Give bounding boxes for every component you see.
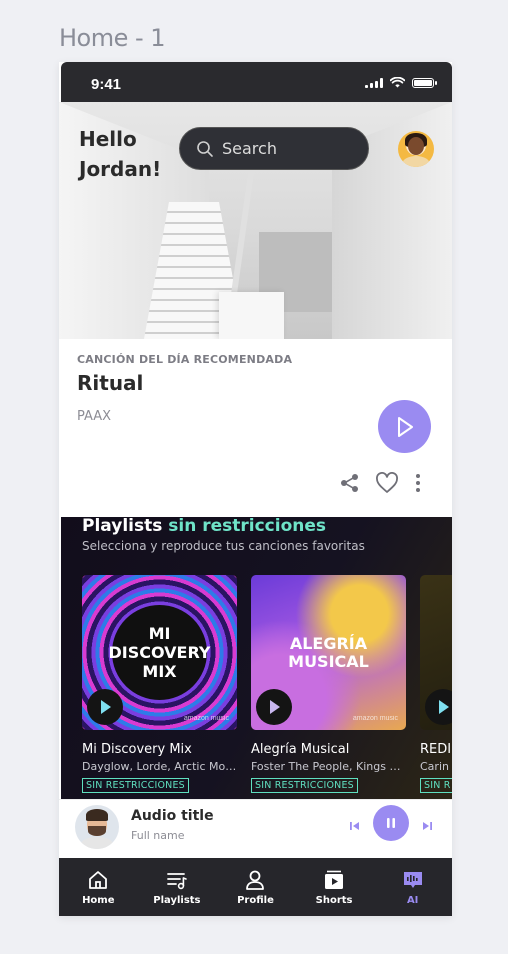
- playlist-cover[interactable]: ALEGRÍA MUSICAL amazon music: [251, 575, 406, 730]
- playlists-title-plain: Playlists: [82, 517, 163, 536]
- home-icon: [89, 870, 108, 889]
- search-bar[interactable]: [179, 127, 369, 170]
- skip-next-icon: [423, 822, 432, 830]
- wifi-icon: [390, 77, 405, 88]
- song-of-day-label: CANCIÓN DEL DÍA RECOMENDADA: [77, 353, 293, 366]
- status-time: 9:41: [91, 76, 122, 93]
- profile-icon: [246, 870, 265, 890]
- nav-label: Playlists: [153, 894, 201, 906]
- nav-item-shorts[interactable]: Shorts: [295, 858, 374, 916]
- playlist-artists: Foster The People, Kings of Leon: [251, 760, 406, 773]
- search-icon: [197, 140, 213, 157]
- playlist-cover[interactable]: [420, 575, 452, 730]
- search-input[interactable]: [222, 139, 352, 158]
- more-vertical-icon: [416, 474, 420, 492]
- share-button[interactable]: [339, 472, 361, 494]
- playlist-badge: SIN RESTRICCIONES: [251, 778, 358, 793]
- playlist-play-button[interactable]: [87, 689, 123, 725]
- skip-previous-icon: [350, 822, 359, 830]
- phone-screen: 9:41 Hello Jordan! Search CANCIÓN DEL DÍ…: [59, 62, 452, 916]
- like-button[interactable]: [375, 472, 399, 494]
- more-options-button[interactable]: [413, 472, 423, 494]
- brand-logo: amazon music: [183, 715, 229, 722]
- player-subtitle: Full name: [131, 829, 185, 842]
- playlist-artists: Dayglow, Lorde, Arctic Monkeys: [82, 760, 237, 773]
- greeting-line-2: Jordan!: [79, 157, 162, 181]
- playlist-badge: SIN RESTRICCIONES: [82, 778, 189, 793]
- playlist-artists: Carin: [420, 760, 449, 773]
- battery-icon: [412, 77, 437, 88]
- heart-icon: [376, 472, 398, 493]
- cover-title: ALEGRÍA MUSICAL: [288, 634, 369, 671]
- play-song-button[interactable]: [378, 400, 431, 453]
- song-of-day-card: CANCIÓN DEL DÍA RECOMENDADA Ritual PAAX: [61, 339, 452, 517]
- nav-item-home[interactable]: Home: [59, 858, 138, 916]
- song-artist: PAAX: [77, 409, 112, 424]
- cover-title: MI DISCOVERY MIX: [109, 605, 211, 700]
- play-icon: [397, 416, 413, 437]
- nav-item-ai[interactable]: AI: [373, 858, 452, 916]
- bottom-nav: Home Playlists Profile Shorts AI: [59, 858, 452, 916]
- playlists-title-highlight: sin restricciones: [168, 517, 327, 536]
- mini-player[interactable]: Audio title Full name: [59, 799, 452, 855]
- playlist-card[interactable]: REDI Carin SIN R: [420, 575, 452, 793]
- play-icon: [101, 700, 111, 714]
- playlist-icon: [166, 872, 187, 889]
- pause-button[interactable]: [373, 805, 409, 841]
- nav-label: Home: [82, 894, 115, 906]
- share-icon: [341, 474, 358, 492]
- song-title: Ritual: [77, 371, 144, 395]
- greeting-line-1: Hello: [79, 127, 137, 151]
- playlist-play-button[interactable]: [256, 689, 292, 725]
- playlist-name: Mi Discovery Mix: [82, 742, 192, 757]
- nav-item-playlists[interactable]: Playlists: [138, 858, 217, 916]
- playlist-cover[interactable]: MI DISCOVERY MIX amazon music: [82, 575, 237, 730]
- pause-icon: [387, 818, 395, 828]
- ai-icon: [403, 871, 422, 888]
- playlists-subtitle: Selecciona y reproduce tus canciones fav…: [82, 539, 365, 553]
- playlist-card[interactable]: ALEGRÍA MUSICAL amazon music Alegría Mus…: [251, 575, 406, 793]
- frame-title: Home - 1: [59, 24, 166, 52]
- song-actions: [339, 472, 423, 494]
- playlists-title: Playlists sin restricciones: [82, 517, 326, 536]
- playlist-play-button[interactable]: [425, 689, 452, 725]
- previous-track-button[interactable]: [349, 819, 361, 837]
- signal-icon: [365, 77, 383, 88]
- playlist-card[interactable]: MI DISCOVERY MIX amazon music Mi Discove…: [82, 575, 237, 793]
- playlists-section: Playlists sin restricciones Selecciona y…: [61, 517, 452, 799]
- nav-item-profile[interactable]: Profile: [216, 858, 295, 916]
- playlist-badge: SIN R: [420, 778, 452, 793]
- status-bar: 9:41: [61, 62, 452, 102]
- play-icon: [270, 700, 280, 714]
- brand-logo: amazon music: [352, 715, 398, 722]
- player-title: Audio title: [131, 808, 214, 824]
- user-avatar[interactable]: [398, 131, 434, 167]
- playlist-name: REDI: [420, 742, 452, 757]
- artist-avatar: [75, 805, 119, 849]
- status-icons: [365, 77, 437, 88]
- greeting: Hello Jordan!: [79, 124, 161, 184]
- next-track-button[interactable]: [421, 819, 433, 837]
- nav-label: Profile: [237, 894, 274, 906]
- shorts-icon: [325, 870, 344, 889]
- nav-label: AI: [406, 894, 419, 906]
- play-icon: [439, 700, 449, 714]
- playlist-name: Alegría Musical: [251, 742, 350, 757]
- nav-label: Shorts: [315, 894, 353, 906]
